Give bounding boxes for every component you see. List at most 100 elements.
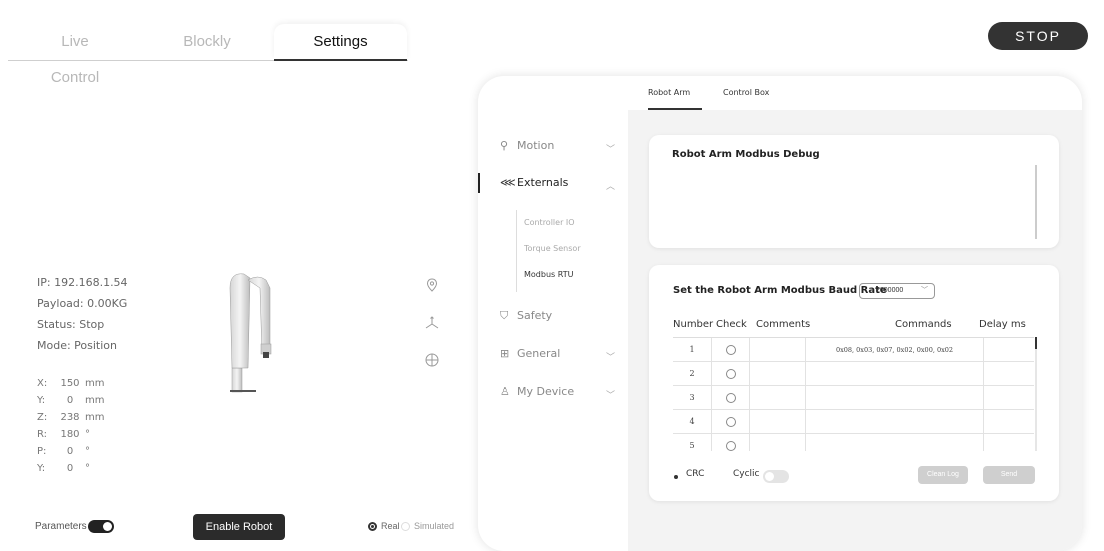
header-delay: Delay ms: [979, 319, 1026, 330]
enable-robot-button[interactable]: Enable Robot: [193, 514, 285, 540]
coord-unit: °: [85, 463, 90, 474]
nav-active-indicator: [478, 173, 480, 193]
tab-settings[interactable]: Settings: [274, 24, 407, 60]
row-comment[interactable]: [749, 434, 805, 451]
row-comment[interactable]: [749, 386, 805, 410]
cyclic-label: Cyclic: [733, 469, 760, 479]
table-row: 2: [673, 362, 1034, 386]
crc-label: CRC: [686, 469, 705, 479]
crc-radio[interactable]: [674, 475, 678, 479]
row-checkbox[interactable]: [725, 392, 736, 403]
nav-my-device[interactable]: ♙ My Device: [500, 385, 574, 398]
axis-icon[interactable]: [424, 315, 440, 331]
parameters-toggle[interactable]: [88, 520, 114, 533]
row-check-cell: [711, 410, 749, 434]
location-pin-icon[interactable]: [424, 277, 440, 293]
row-number: 3: [689, 393, 695, 402]
row-delay[interactable]: [983, 386, 1034, 410]
table-row: 4: [673, 410, 1034, 434]
coord-axis: Y:: [37, 463, 46, 474]
row-checkbox[interactable]: [725, 344, 736, 355]
row-checkbox[interactable]: [725, 368, 736, 379]
chevron-down-icon: ﹀: [921, 287, 928, 294]
row-comment[interactable]: [749, 410, 805, 434]
tab-robot-arm[interactable]: Robot Arm: [648, 76, 702, 110]
chevron-down-icon: ﹀: [606, 390, 616, 400]
row-delay[interactable]: [983, 362, 1034, 386]
table-row: 3: [673, 386, 1034, 410]
coord-value: 0: [66, 463, 74, 474]
sub-nav-controller-io[interactable]: Controller IO: [524, 218, 575, 227]
row-number: 5: [689, 441, 695, 450]
row-command[interactable]: [805, 386, 983, 410]
baud-rate-title: Set the Robot Arm Modbus Baud Rate: [673, 285, 887, 296]
coord-z: Z: 238 mm: [37, 412, 104, 423]
header-check: Check: [716, 319, 747, 330]
coord-unit: °: [85, 446, 90, 457]
row-checkbox[interactable]: [725, 416, 736, 427]
cyclic-toggle[interactable]: [763, 470, 789, 483]
coord-y: Y: 0 mm: [37, 395, 104, 406]
sub-nav-torque-sensor[interactable]: Torque Sensor: [524, 244, 581, 253]
row-delay[interactable]: [983, 434, 1034, 451]
nav-general[interactable]: ⊞ General: [500, 347, 560, 360]
coord-value: 238: [60, 412, 80, 423]
debug-log-scrollbar[interactable]: [1035, 165, 1037, 239]
tab-live-control[interactable]: Live Control: [36, 24, 114, 86]
row-checkbox[interactable]: [725, 440, 736, 451]
real-label: Real: [381, 521, 400, 531]
header-number: Number: [673, 319, 714, 330]
send-button[interactable]: Send: [983, 466, 1035, 484]
row-command[interactable]: [805, 434, 983, 451]
coord-axis: Z:: [37, 412, 48, 423]
table-scrollbar-track[interactable]: [1035, 337, 1037, 451]
nav-general-label: General: [517, 347, 561, 360]
coord-axis: R:: [37, 429, 48, 440]
nav-my-device-label: My Device: [517, 385, 575, 398]
command-table: 1 0x08, 0x03, 0x07, 0x02, 0x00, 0x02 2 3: [673, 337, 1034, 451]
sub-nav-divider: [516, 210, 517, 292]
modbus-debug-panel: Robot Arm Modbus Debug: [649, 135, 1059, 248]
coord-axis: Y:: [37, 395, 46, 406]
row-comment[interactable]: [749, 338, 805, 362]
tab-control-box[interactable]: Control Box: [723, 76, 769, 110]
tab-active-indicator: [274, 59, 407, 61]
externals-icon: ⋘: [500, 176, 516, 189]
table-row: 1 0x08, 0x03, 0x07, 0x02, 0x00, 0x02: [673, 338, 1034, 362]
tab-blockly[interactable]: Blockly: [182, 24, 232, 60]
nav-safety-label: Safety: [517, 309, 553, 322]
nav-externals-label: Externals: [517, 176, 569, 189]
row-number: 2: [689, 369, 695, 378]
baud-rate-select[interactable]: 2000000 ﹀: [859, 283, 935, 299]
row-command[interactable]: 0x08, 0x03, 0x07, 0x02, 0x00, 0x02: [805, 338, 983, 362]
coord-x: X: 150 mm: [37, 378, 104, 389]
payload-text: Payload: 0.00KG: [37, 297, 128, 310]
row-command[interactable]: [805, 362, 983, 386]
nav-motion-label: Motion: [517, 139, 555, 152]
chevron-down-icon: ﹀: [606, 144, 616, 154]
coord-value: 0: [66, 395, 74, 406]
row-command[interactable]: [805, 410, 983, 434]
row-delay[interactable]: [983, 338, 1034, 362]
top-tab-bar: Live Control Blockly Settings: [0, 0, 1104, 86]
status-text: Status: Stop: [37, 318, 105, 331]
sub-nav-modbus-rtu[interactable]: Modbus RTU: [524, 270, 573, 279]
table-scrollbar-thumb[interactable]: [1035, 337, 1037, 349]
crosshair-icon[interactable]: [424, 352, 440, 368]
clean-log-button[interactable]: Clean Log: [918, 466, 968, 484]
nav-motion[interactable]: ⚲ Motion: [500, 139, 554, 152]
row-check-cell: [711, 386, 749, 410]
row-delay[interactable]: [983, 410, 1034, 434]
nav-safety[interactable]: ⛉ Safety: [500, 309, 552, 323]
simulated-radio[interactable]: [401, 522, 410, 531]
motion-icon: ⚲: [500, 139, 509, 152]
stop-button[interactable]: STOP: [988, 22, 1088, 50]
row-comment[interactable]: [749, 362, 805, 386]
modbus-debug-title: Robot Arm Modbus Debug: [672, 149, 820, 160]
real-radio[interactable]: [368, 522, 377, 531]
coord-unit: mm: [85, 395, 105, 406]
row-check-cell: [711, 362, 749, 386]
coord-r: R: 180 °: [37, 429, 90, 440]
table-row: 5: [673, 434, 1034, 451]
nav-externals[interactable]: ⋘Externals: [500, 176, 568, 189]
